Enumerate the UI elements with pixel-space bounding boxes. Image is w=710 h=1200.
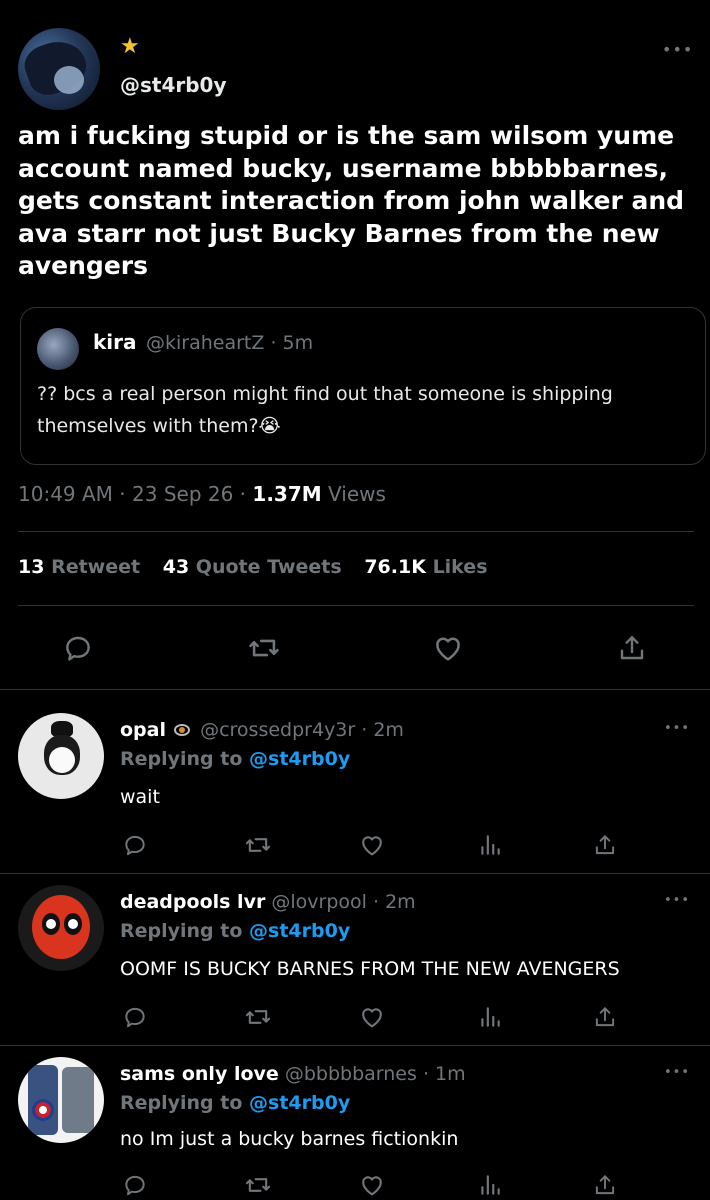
retweets-label[interactable]: Retweet [51, 556, 140, 578]
retweet-button[interactable] [243, 1170, 273, 1200]
main-tweet-handle[interactable]: @st4rb0y [120, 73, 227, 97]
replying-to: Replying to @st4rb0y [120, 748, 350, 770]
analytics-button[interactable] [475, 1002, 505, 1032]
share-icon [595, 1175, 615, 1195]
analytics-icon [481, 1175, 500, 1195]
replying-handle[interactable]: @st4rb0y [249, 1092, 350, 1114]
replying-handle[interactable]: @st4rb0y [249, 748, 350, 770]
replying-to: Replying to @st4rb0y [120, 920, 350, 942]
reply-author-handle[interactable]: @lovrpool [271, 891, 367, 913]
divider [0, 689, 710, 690]
views-label[interactable]: Views [328, 482, 386, 506]
divider [18, 531, 694, 532]
replying-label: Replying to [120, 1092, 243, 1114]
quoted-tweet[interactable]: kira @kiraheartZ · 5m ?? bcs a real pers… [20, 307, 706, 465]
replying-label: Replying to [120, 920, 243, 942]
replying-handle[interactable]: @st4rb0y [249, 920, 350, 942]
like-button[interactable] [428, 628, 468, 668]
reply-author-name[interactable]: opal [120, 719, 166, 741]
avatar[interactable] [18, 885, 104, 971]
like-button[interactable] [357, 1002, 387, 1032]
reply-header: deadpools lvr @lovrpool · 2m [120, 891, 416, 913]
quotes-label[interactable]: Quote Tweets [196, 556, 342, 578]
likes-count[interactable]: 76.1K [364, 556, 426, 578]
retweet-button[interactable] [243, 830, 273, 860]
tweet-meta: 10:49 AM · 23 Sep 26 · 1.37M Views [18, 482, 386, 506]
star-icon: ★ [120, 34, 140, 59]
reply-author-handle[interactable]: @bbbbbarnes [285, 1063, 417, 1085]
quoted-time-text: · 5m [270, 332, 314, 354]
reply-author-name[interactable]: sams only love [120, 1063, 279, 1085]
divider [18, 605, 694, 606]
tweet-time: 10:49 AM [18, 482, 113, 506]
share-button[interactable] [590, 1170, 620, 1200]
analytics-button[interactable] [475, 1170, 505, 1200]
replying-label: Replying to [120, 748, 243, 770]
views-count: 1.37M [252, 482, 322, 506]
reply-button[interactable] [120, 1170, 150, 1200]
reply-icon [125, 1007, 145, 1028]
more-icon[interactable]: ••• [664, 721, 690, 736]
eye-icon [174, 723, 191, 736]
retweet-icon [249, 639, 279, 657]
share-icon [595, 1007, 615, 1027]
reply-time: · 1m [422, 1063, 466, 1085]
quoted-tweet-text: ?? bcs a real person might find out that… [37, 383, 613, 437]
share-icon [595, 835, 615, 855]
quotes-count[interactable]: 43 [163, 556, 189, 578]
tweet-stats: 13 Retweet 43 Quote Tweets 76.1K Likes [18, 556, 504, 578]
reply-button[interactable] [120, 830, 150, 860]
avatar[interactable] [18, 713, 104, 799]
tweet-date: · 23 Sep 26 · [119, 482, 247, 506]
analytics-button[interactable] [475, 830, 505, 860]
reply-time: · 2m [372, 891, 416, 913]
retweet-icon [245, 838, 271, 852]
heart-icon [362, 1176, 382, 1196]
reply-time: · 2m [361, 719, 404, 741]
reply-icon [66, 636, 90, 661]
quoted-tweet-name: kira [93, 330, 137, 354]
like-button[interactable] [357, 1170, 387, 1200]
share-button[interactable] [590, 1002, 620, 1032]
divider [0, 873, 710, 874]
like-button[interactable] [357, 830, 387, 860]
reply-button[interactable] [58, 628, 98, 668]
retweet-button[interactable] [243, 1002, 273, 1032]
more-icon[interactable]: ••• [664, 893, 690, 908]
quoted-tweet-handle: @kiraheartZ · 5m [146, 332, 313, 354]
quoted-handle-text: @kiraheartZ [146, 332, 265, 354]
reply-author-handle[interactable]: @crossedpr4y3r [200, 719, 355, 741]
share-icon [620, 636, 644, 660]
retweet-button[interactable] [244, 628, 284, 668]
more-icon[interactable]: ••• [664, 1065, 690, 1080]
reply-author-name[interactable]: deadpools lvr [120, 891, 265, 913]
reply-button[interactable] [120, 1002, 150, 1032]
heart-icon [362, 836, 382, 856]
retweets-count[interactable]: 13 [18, 556, 44, 578]
analytics-icon [481, 1007, 500, 1027]
share-button[interactable] [612, 628, 652, 668]
replying-to: Replying to @st4rb0y [120, 1092, 350, 1114]
main-tweet-text: am i fucking stupid or is the sam wilsom… [18, 121, 685, 280]
reply-text: no Im just a bucky barnes fictionkin [120, 1128, 459, 1150]
likes-label[interactable]: Likes [433, 556, 488, 578]
retweet-icon [245, 1178, 271, 1192]
quoted-tweet-avatar [37, 328, 79, 370]
reply-header: sams only love @bbbbbarnes · 1m [120, 1063, 466, 1085]
divider [0, 1045, 710, 1046]
reply-text: wait [120, 786, 160, 808]
main-tweet-avatar[interactable] [18, 28, 100, 110]
analytics-icon [481, 835, 500, 855]
retweet-icon [245, 1010, 271, 1024]
reply-icon [125, 1175, 145, 1196]
heart-icon [436, 637, 460, 661]
reply-text: OOMF IS BUCKY BARNES FROM THE NEW AVENGE… [120, 958, 620, 980]
reply-icon [125, 835, 145, 856]
heart-icon [362, 1008, 382, 1028]
more-icon[interactable]: ••• [662, 40, 693, 59]
reply-header: opal @crossedpr4y3r · 2m [120, 719, 404, 741]
share-button[interactable] [590, 830, 620, 860]
avatar[interactable] [18, 1057, 104, 1143]
